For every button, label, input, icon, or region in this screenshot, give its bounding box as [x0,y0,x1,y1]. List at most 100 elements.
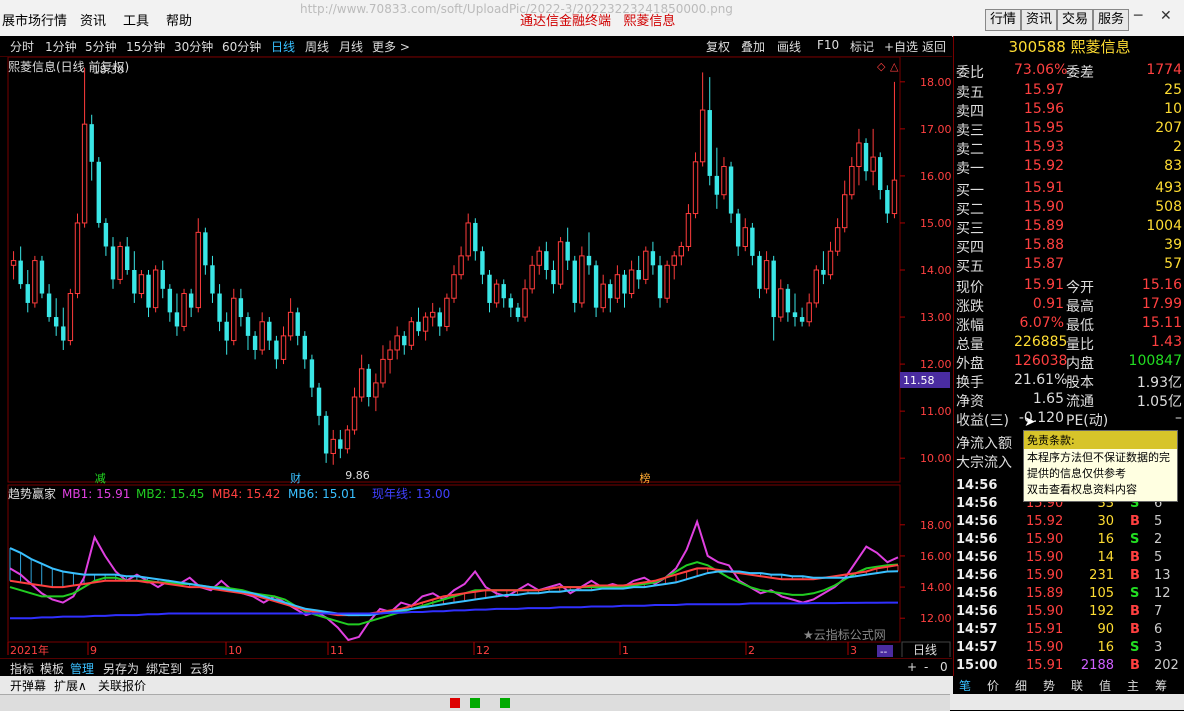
kline-chart[interactable]: 18.00 17.00 16.00 15.00 14.00 13.00 12.00 11.00… [0,57,952,657]
draw-line-button[interactable]: 画线 [777,38,801,55]
candle-body [316,387,322,416]
minimize-icon[interactable]: ─ [1134,8,1142,24]
candle-body [10,260,17,266]
tab-trades[interactable]: 笔 [959,677,971,694]
tab-price[interactable]: 价 [987,677,999,694]
tab-main[interactable]: 主 [1127,677,1139,694]
toggle-danmu-button[interactable]: 开弹幕 [10,677,46,694]
zoom-out-button[interactable]: - [924,660,928,674]
restore-rights-button[interactable]: 复权 [706,38,730,55]
period-more[interactable]: 更多 > [372,38,410,55]
diamond-icon[interactable]: ◇ [877,60,886,73]
menu-news[interactable]: 资讯 [80,10,106,29]
candle-body [274,340,279,360]
indicator-name[interactable]: 趋势赢家 [8,486,56,501]
tab-manage[interactable]: 管理 [70,660,94,677]
expand-button[interactable]: 扩展∧ [54,677,87,694]
up-arrow-icon[interactable]: △ [890,60,899,73]
ask-row: 卖三 15.95 207 [956,120,1182,139]
tab-indicator[interactable]: 指标 [10,660,34,677]
back-button[interactable]: 返回 [922,38,946,55]
tick-row: 14:56 15.90 231 B 13 [956,568,1171,583]
period-60min[interactable]: 60分钟 [222,38,261,55]
candle-body [586,255,592,266]
close-icon[interactable]: ✕ [1160,8,1172,24]
candle-body [358,368,365,398]
date-tick-label: 2 [748,644,755,657]
candle-body [245,317,251,336]
candle-body [735,213,741,247]
tab-value[interactable]: 值 [1099,677,1111,694]
period-tag: 日线 [913,643,937,657]
related-quote-button[interactable]: 关联报价 [98,677,146,694]
date-tick-label: 3 [850,644,857,657]
candle-body [146,274,151,308]
stock-code-name: 300588 熙菱信息 [1008,38,1131,56]
period-monthly[interactable]: 月线 [339,38,363,55]
tick-row: 14:56 15.89 105 S 12 [956,586,1171,601]
tick-row: 14:57 15.91 90 B 6 [956,622,1163,637]
candle-body [138,274,145,295]
period-1min[interactable]: 1分钟 [45,38,77,55]
add-watchlist-button[interactable]: +自选 [884,38,918,55]
tab-trend[interactable]: 势 [1043,677,1055,694]
marker-bang[interactable]: 榜 [639,471,650,485]
top-menu-bar: http://www.70833.com/soft/UploadPic/2022… [0,0,1184,37]
nav-tag[interactable]: -- [880,647,888,657]
news-button[interactable]: 资讯 [1021,9,1058,31]
candle-body [692,161,699,215]
candle-body [152,269,159,309]
menu-market[interactable]: 展市场行情 [2,10,67,29]
candle-body [67,293,74,342]
period-15min[interactable]: 15分钟 [126,38,165,55]
index-ticker-strip [0,694,950,711]
service-button[interactable]: 服务 [1093,9,1130,31]
candle-body [18,260,23,285]
bid-row: 买一 15.91 493 [956,180,1182,199]
zoom-in-button[interactable]: + [907,660,917,674]
candle-body [444,297,450,327]
stat-row: 收益(三) -0.120 PE(动) – [956,410,1182,429]
mark-button[interactable]: 标记 [850,38,874,55]
menu-tools[interactable]: 工具 [123,10,149,29]
period-daily[interactable]: 日线 [271,38,295,55]
candle-body [373,382,379,398]
price-tick-label: 14.00 [920,264,952,277]
trade-button[interactable]: 交易 [1057,9,1094,31]
tab-bind-to[interactable]: 绑定到 [146,660,182,677]
quote-button[interactable]: 行情 [985,9,1022,31]
candle-body [267,321,272,341]
marker-jian[interactable]: 减 [95,472,106,485]
candle-body [842,194,848,229]
f10-button[interactable]: F10 [817,38,839,52]
period-fenshi[interactable]: 分时 [10,38,34,55]
period-5min[interactable]: 5分钟 [85,38,117,55]
ask-row: 卖五 15.97 25 [956,82,1182,101]
candle-body [657,265,663,299]
series-现年线 [10,601,898,620]
period-weekly[interactable]: 周线 [305,38,329,55]
period-30min[interactable]: 30分钟 [174,38,213,55]
candle-body [799,317,805,322]
candle-body [89,124,94,162]
window-title: 通达信金融终端 熙菱信息 [520,14,676,29]
candle-body [117,245,123,280]
marker-cai[interactable]: 财 [290,471,301,485]
tab-detail[interactable]: 细 [1015,677,1027,694]
candle-body [188,293,194,308]
candle-body [394,335,400,351]
green-indicator-icon [470,698,480,708]
overlay-button[interactable]: 叠加 [741,38,765,55]
date-tick-label: 10 [228,644,242,657]
tab-related[interactable]: 联 [1071,677,1083,694]
tab-save-as[interactable]: 另存为 [103,660,139,677]
tab-chips[interactable]: 筹 [1155,677,1167,694]
tab-template[interactable]: 模板 [40,660,64,677]
candle-body [259,321,265,351]
candle-body [707,110,712,176]
tick-row: 14:56 15.90 16 S 2 [956,532,1163,547]
max-price-label: 18.30 [93,64,125,77]
tab-yunbao[interactable]: 云豹 [190,660,214,677]
candle-body [856,142,862,167]
menu-help[interactable]: 帮助 [166,10,192,29]
